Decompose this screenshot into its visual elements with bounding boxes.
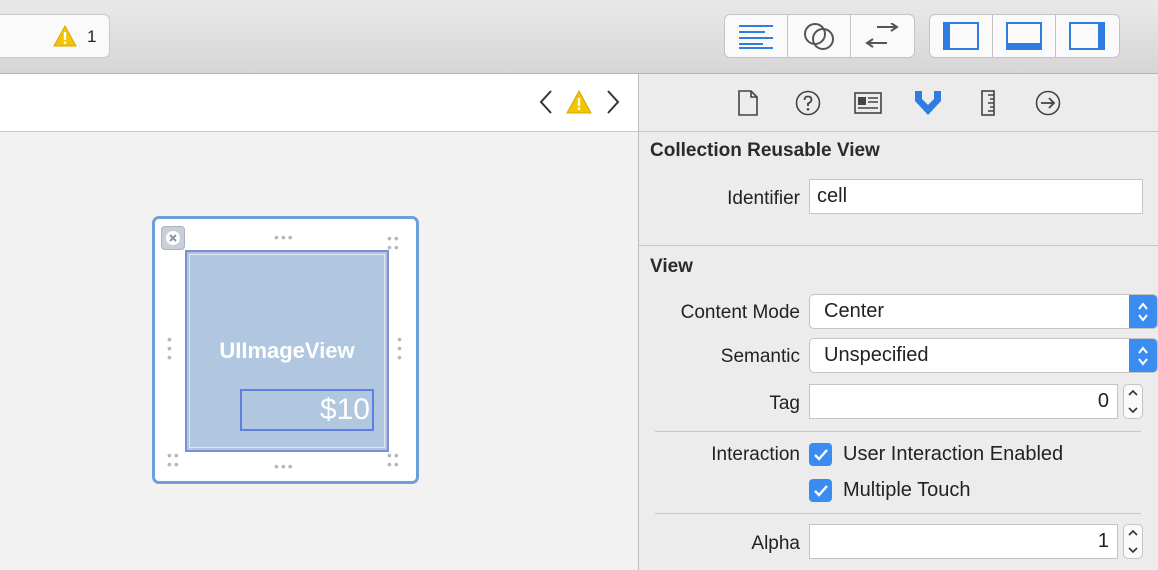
inspector-selector-bar <box>639 74 1158 132</box>
left-panel-icon <box>943 22 979 50</box>
assistant-editor-button[interactable] <box>788 15 851 57</box>
navigator-toggle-button[interactable] <box>930 15 993 57</box>
identifier-field[interactable]: cell <box>809 179 1143 214</box>
content-mode-select[interactable]: Center <box>809 294 1158 329</box>
chevron-updown-icon <box>1129 339 1157 372</box>
debug-toggle-button[interactable] <box>993 15 1056 57</box>
alpha-label: Alpha <box>751 533 800 554</box>
resize-handle-bottom[interactable]: ••• <box>274 459 295 473</box>
editor-mode-control <box>724 14 915 58</box>
close-icon[interactable] <box>161 226 185 250</box>
checkmark-icon <box>813 448 828 461</box>
align-lines-icon <box>739 25 773 49</box>
chevron-left-icon[interactable] <box>538 88 554 121</box>
alpha-field[interactable]: 1 <box>809 524 1118 559</box>
connections-inspector-tab[interactable] <box>1033 88 1063 118</box>
divider <box>655 431 1141 432</box>
checkmark-icon <box>813 484 828 497</box>
content-mode-label: Content Mode <box>680 302 800 323</box>
tag-label: Tag <box>769 393 800 414</box>
size-inspector-tab[interactable] <box>973 88 1003 118</box>
file-inspector-tab[interactable] <box>733 88 763 118</box>
chevron-right-icon[interactable] <box>605 88 621 121</box>
arrow-circle-icon <box>1035 90 1061 116</box>
venn-circles-icon <box>804 23 834 50</box>
multiple-touch-checkbox[interactable] <box>809 479 832 502</box>
standard-editor-button[interactable] <box>725 15 788 57</box>
chevron-down-icon <box>1128 407 1138 413</box>
section-divider <box>639 245 1158 246</box>
toolbar: 1 <box>0 0 1158 74</box>
attributes-inspector-tab[interactable] <box>913 88 943 118</box>
document-icon <box>738 90 758 116</box>
identity-card-icon <box>854 92 882 114</box>
section-title-view: View <box>650 256 693 277</box>
attributes-shield-icon <box>915 91 941 115</box>
version-editor-button[interactable] <box>851 15 914 57</box>
resize-handle-top-right[interactable]: •• •• <box>387 231 401 254</box>
quick-help-tab[interactable] <box>793 88 823 118</box>
utilities-toggle-button[interactable] <box>1056 15 1119 57</box>
resize-handle-left[interactable]: • • • <box>167 332 173 364</box>
user-interaction-label[interactable]: User Interaction Enabled <box>843 443 1063 466</box>
alpha-stepper[interactable] <box>1123 524 1143 559</box>
resize-handle-top[interactable]: ••• <box>274 230 295 244</box>
identity-inspector-tab[interactable] <box>853 88 883 118</box>
collection-reusable-view[interactable]: ••• •• •• • • • • • • •• •• ••• •• •• UIImageVi… <box>152 216 419 484</box>
warning-icon <box>53 24 77 52</box>
warning-count: 1 <box>87 27 97 46</box>
right-panel-icon <box>1069 22 1106 50</box>
content-mode-value: Center <box>824 300 885 322</box>
help-icon <box>795 90 821 116</box>
warning-icon[interactable] <box>566 89 592 119</box>
tag-field[interactable]: 0 <box>809 384 1118 419</box>
resize-handle-bottom-left[interactable]: •• •• <box>167 448 181 471</box>
resize-handle-right[interactable]: • • • <box>397 332 403 364</box>
semantic-select[interactable]: Unspecified <box>809 338 1158 373</box>
panel-toggle-control <box>929 14 1120 58</box>
chevron-updown-icon <box>1129 295 1157 328</box>
price-label[interactable]: $10 <box>240 389 374 431</box>
swap-arrows-icon <box>865 23 900 48</box>
image-view[interactable]: UIImageView $10 <box>185 250 389 452</box>
bottom-panel-icon <box>1006 22 1042 50</box>
semantic-label: Semantic <box>720 346 800 367</box>
interaction-label: Interaction <box>711 444 800 465</box>
resize-handle-bottom-right[interactable]: •• •• <box>387 448 401 471</box>
user-interaction-checkbox[interactable] <box>809 443 832 466</box>
section-title-reusable-view: Collection Reusable View <box>650 140 880 161</box>
ruler-icon <box>981 90 995 116</box>
divider <box>655 513 1141 514</box>
image-view-label: UIImageView <box>219 338 355 363</box>
semantic-value: Unspecified <box>824 344 929 366</box>
jump-bar <box>0 74 639 132</box>
activity-status[interactable]: 1 <box>0 14 110 58</box>
attributes-inspector: Collection Reusable View Identifier cell… <box>639 132 1158 570</box>
identifier-label: Identifier <box>727 188 800 209</box>
chevron-up-icon <box>1128 530 1138 536</box>
chevron-up-icon <box>1128 390 1138 396</box>
chevron-down-icon <box>1128 547 1138 553</box>
tag-stepper[interactable] <box>1123 384 1143 419</box>
multiple-touch-label[interactable]: Multiple Touch <box>843 479 970 502</box>
